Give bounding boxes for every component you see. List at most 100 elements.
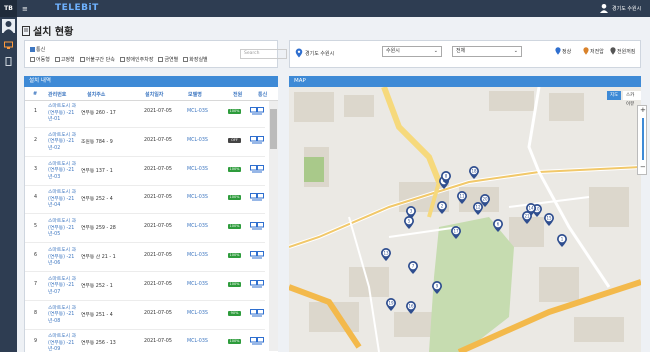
row-date: 2021-07-05 bbox=[144, 195, 172, 201]
avatar-icon[interactable] bbox=[2, 19, 15, 33]
row-model-link[interactable]: MCL-03S bbox=[187, 282, 208, 287]
row-id-link[interactable]: 스마트도시 과(연무동) -21년-09 bbox=[48, 334, 82, 352]
column-header[interactable]: 설치일자 bbox=[145, 91, 163, 98]
row-date: 2021-07-05 bbox=[144, 137, 172, 143]
row-date: 2021-07-05 bbox=[144, 339, 172, 345]
row-id-link[interactable]: 스마트도시 과(연무동) -21년-07 bbox=[48, 277, 82, 297]
table-row[interactable]: 8 스마트도시 과(연무동) -21년-08 연무동 251 - 4 2021-… bbox=[25, 303, 265, 330]
table-row[interactable]: 2 스마트도시 과(연무동) -21년-02 조원동 784 - 9 2021-… bbox=[25, 130, 265, 157]
column-header[interactable]: 관리번호 bbox=[48, 91, 66, 98]
column-header[interactable]: 모델명 bbox=[188, 91, 202, 98]
row-date: 2021-07-05 bbox=[144, 166, 172, 172]
row-model-link[interactable]: MCL-03S bbox=[187, 253, 208, 258]
row-id-link[interactable]: 스마트도시 과(연무동) -21년-06 bbox=[48, 248, 82, 268]
row-number: 2 bbox=[34, 137, 38, 143]
hamburger-menu-icon[interactable]: ≡ bbox=[22, 5, 28, 13]
filter-checkbox[interactable]: 금연별 bbox=[158, 56, 178, 63]
table-row[interactable]: 7 스마트도시 과(연무동) -21년-07 연무동 252 - 1 2021-… bbox=[25, 274, 265, 301]
filter-checkbox[interactable]: 어동형 bbox=[30, 56, 50, 63]
battery-status-badge: 100% bbox=[228, 166, 241, 172]
location-filter-panel: 경기도 수원시 수원시 ⌄ 전체 ⌄ 정상 저전압 전원꺼짐 bbox=[289, 40, 641, 68]
map-panel-header: MAP bbox=[289, 76, 641, 87]
table-row[interactable]: 1 스마트도시 과(연무동) -21년-01 연무동 260 - 17 2021… bbox=[25, 101, 265, 128]
district-select[interactable]: 전체 ⌄ bbox=[452, 46, 522, 57]
row-number: 9 bbox=[34, 339, 38, 345]
battery-status-badge: OFF bbox=[228, 137, 241, 143]
filter-checkbox[interactable]: 고정형 bbox=[54, 56, 75, 63]
checkbox-box[interactable] bbox=[30, 57, 35, 62]
row-model-link[interactable]: MCL-03S bbox=[187, 311, 208, 316]
district-select-value: 전체 bbox=[456, 48, 466, 54]
satellite-toggle-button[interactable]: 스카이뷰 bbox=[623, 91, 641, 107]
filter-checkbox[interactable]: 장애인주차장 bbox=[119, 56, 153, 63]
svg-text:1: 1 bbox=[561, 237, 564, 242]
table-row[interactable]: 9 스마트도시 과(연무동) -21년-09 연무동 256 - 13 2021… bbox=[25, 331, 265, 352]
svg-text:18: 18 bbox=[471, 169, 477, 174]
checkbox-all[interactable]: 통신 bbox=[30, 46, 45, 53]
table-scrollbar[interactable] bbox=[269, 101, 278, 351]
row-date: 2021-07-05 bbox=[144, 310, 172, 316]
row-id-link[interactable]: 스마트도시 과(연무동) -21년-03 bbox=[48, 162, 82, 182]
legend-item: 저전압 bbox=[583, 47, 604, 55]
search-input[interactable]: Search bbox=[240, 49, 287, 59]
row-model-link[interactable]: MCL-03S bbox=[187, 138, 208, 143]
checkbox-all-box[interactable] bbox=[30, 47, 35, 52]
filter-checkbox[interactable]: 화장실별 bbox=[183, 56, 208, 63]
document-icon[interactable] bbox=[4, 57, 13, 66]
column-header[interactable]: 통신 bbox=[258, 91, 267, 98]
row-id-link[interactable]: 스마트도시 과(연무동) -21년-05 bbox=[48, 219, 82, 239]
row-model-link[interactable]: MCL-03S bbox=[187, 195, 208, 200]
legend-item: 전원꺼짐 bbox=[610, 47, 635, 55]
battery-status-badge: 100% bbox=[228, 253, 241, 258]
column-header[interactable]: 전원 bbox=[233, 91, 242, 98]
checkbox-box[interactable] bbox=[79, 57, 85, 62]
row-number: 1 bbox=[34, 109, 38, 114]
zoom-out-icon[interactable]: − bbox=[640, 163, 646, 171]
brand-logo[interactable]: TELEBiT bbox=[55, 3, 99, 13]
zoom-control[interactable]: + − bbox=[637, 105, 647, 175]
row-id-link[interactable]: 스마트도시 과(연무동) -21년-01 bbox=[48, 104, 82, 124]
row-model-link[interactable]: MCL-03S bbox=[187, 167, 208, 172]
row-model-link[interactable]: MCL-03S bbox=[187, 224, 208, 229]
city-select[interactable]: 수원시 ⌄ bbox=[382, 46, 442, 57]
row-address: 연무동 260 - 17 bbox=[81, 111, 116, 116]
checkbox-box[interactable] bbox=[54, 57, 60, 62]
table-row[interactable]: 5 스마트도시 과(연무동) -21년-05 연무동 259 - 28 2021… bbox=[25, 216, 265, 244]
user-name[interactable]: 경기도 수원시 bbox=[612, 5, 641, 12]
table-row[interactable]: 3 스마트도시 과(연무동) -21년-03 연무동 137 - 1 2021-… bbox=[25, 159, 265, 186]
table-row[interactable]: 4 스마트도시 과(연무동) -21년-04 연무동 252 - 4 2021-… bbox=[25, 187, 265, 215]
svg-text:15: 15 bbox=[546, 216, 552, 221]
svg-text:3: 3 bbox=[410, 209, 413, 214]
svg-text:5: 5 bbox=[408, 219, 411, 224]
network-status-icon bbox=[250, 193, 264, 201]
battery-status-badge: 100% bbox=[228, 109, 241, 114]
checkbox-box[interactable] bbox=[158, 57, 164, 62]
network-status-icon bbox=[250, 164, 264, 173]
checkbox-box[interactable] bbox=[183, 57, 189, 62]
row-id-link[interactable]: 스마트도시 과(연무동) -21년-08 bbox=[48, 306, 82, 326]
app-logo[interactable]: TB bbox=[0, 0, 17, 17]
checkbox-label: 금연별 bbox=[164, 57, 179, 63]
row-address: 연무동 256 - 13 bbox=[81, 341, 116, 347]
filter-checkbox[interactable]: 어불구간 단속 bbox=[79, 56, 115, 63]
column-header[interactable]: 설치주소 bbox=[87, 91, 105, 98]
user-icon[interactable] bbox=[599, 3, 609, 13]
scrollbar-thumb[interactable] bbox=[270, 109, 277, 149]
svg-text:13: 13 bbox=[383, 251, 389, 256]
legend-label: 정상 bbox=[562, 48, 572, 55]
monitor-icon[interactable] bbox=[4, 41, 13, 50]
zoom-slider[interactable] bbox=[642, 118, 644, 160]
column-header[interactable]: # bbox=[33, 91, 37, 97]
row-id-link[interactable]: 스마트도시 과(연무동) -21년-02 bbox=[48, 133, 82, 153]
zoom-in-icon[interactable]: + bbox=[640, 106, 646, 114]
network-status-icon bbox=[250, 337, 264, 345]
map-canvas[interactable]: 123456789101112131415161718192021 bbox=[289, 87, 641, 352]
row-date: 2021-07-05 bbox=[144, 109, 172, 114]
row-model-link[interactable]: MCL-03S bbox=[187, 109, 208, 114]
map-toggle-button[interactable]: 지도 bbox=[607, 91, 622, 100]
row-model-link[interactable]: MCL-03S bbox=[187, 339, 208, 344]
table-row[interactable]: 6 스마트도시 과(연무동) -21년-06 연무동 산 21 - 1 2021… bbox=[25, 245, 265, 272]
checkbox-box[interactable] bbox=[119, 57, 125, 62]
map-view[interactable]: 123456789101112131415161718192021 지도 스카이… bbox=[289, 87, 641, 352]
row-id-link[interactable]: 스마트도시 과(연무동) -21년-04 bbox=[48, 190, 82, 210]
